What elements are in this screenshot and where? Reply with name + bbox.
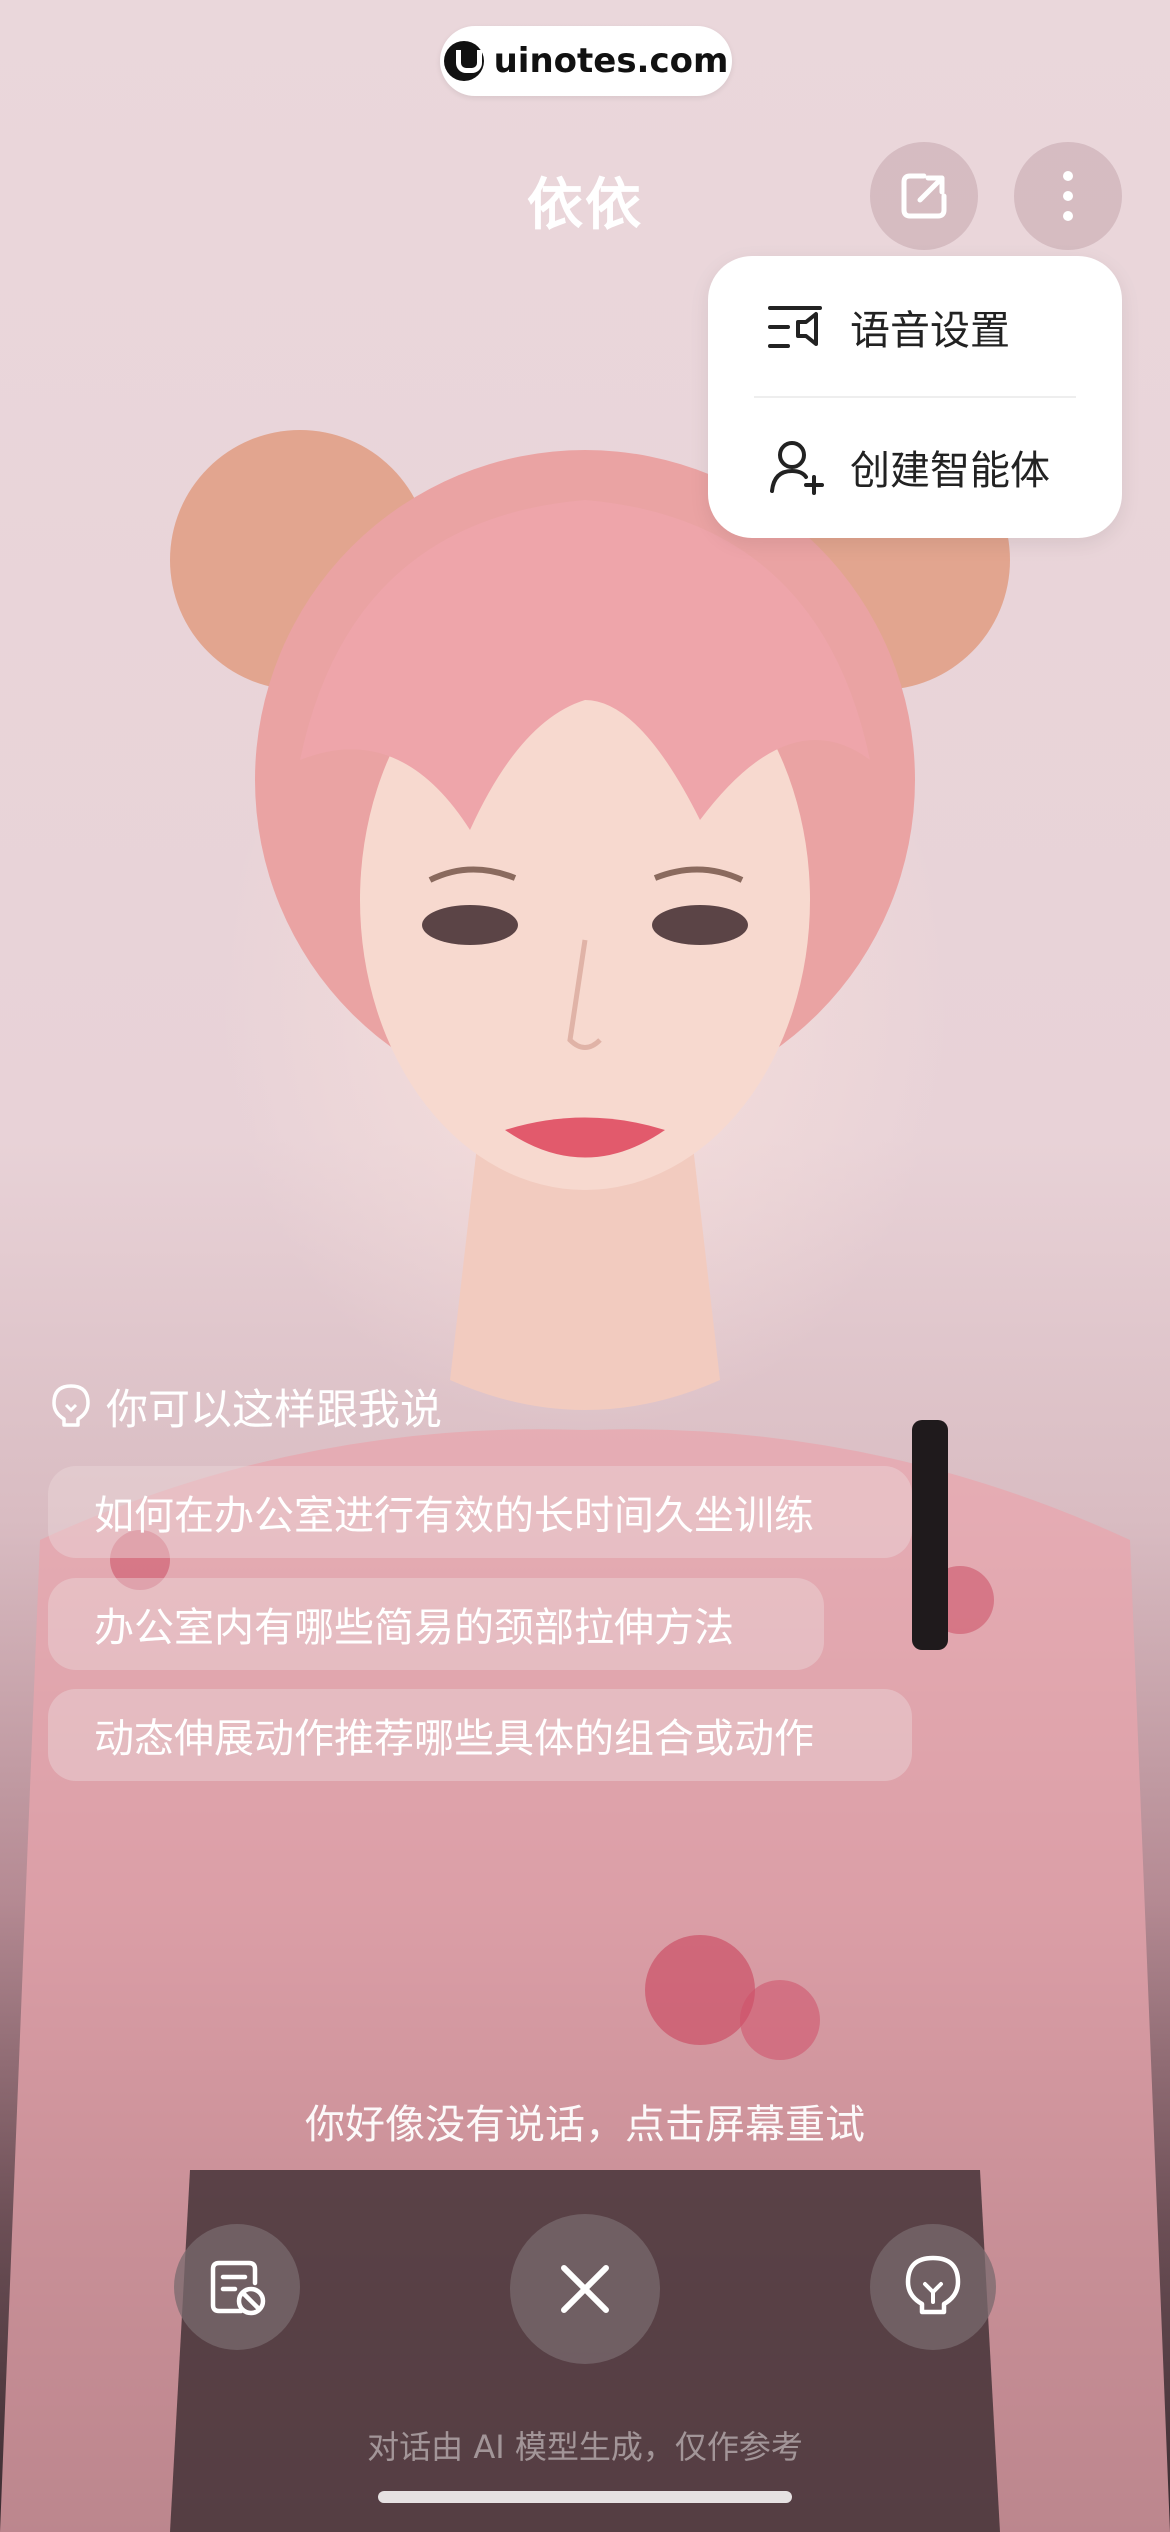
menu-divider	[754, 396, 1076, 398]
subtitle-toggle-button[interactable]	[174, 2224, 300, 2350]
tips-button[interactable]	[870, 2224, 996, 2350]
suggestion-chip[interactable]: 如何在办公室进行有效的长时间久坐训练	[48, 1466, 912, 1558]
suggestions-heading: 你可以这样跟我说	[50, 1376, 442, 1437]
create-agent-icon	[770, 441, 824, 495]
suggestion-text: 如何在办公室进行有效的长时间久坐训练	[94, 1493, 814, 1539]
lightbulb-icon	[905, 2255, 961, 2315]
menu-item-label: 语音设置	[850, 308, 1010, 354]
home-indicator[interactable]	[378, 2491, 792, 2503]
suggestion-chip[interactable]: 办公室内有哪些简易的颈部拉伸方法	[48, 1578, 824, 1670]
retry-message[interactable]: 你好像没有说话，点击屏幕重试	[0, 2092, 1170, 2150]
ai-disclaimer: 对话由 AI 模型生成，仅作参考	[367, 2428, 803, 2466]
page-title: 依依	[527, 173, 643, 238]
suggestions-title: 你可以这样跟我说	[106, 1385, 443, 1434]
subtitle-off-icon	[210, 2260, 266, 2316]
watermark-badge: uinotes.com	[440, 26, 732, 96]
more-vertical-icon	[1063, 171, 1073, 221]
watermark-text: uinotes.com	[493, 41, 729, 81]
menu-item-label: 创建智能体	[850, 448, 1050, 494]
share-icon	[901, 173, 947, 219]
suggestion-chip[interactable]: 动态伸展动作推荐哪些具体的组合或动作	[48, 1689, 912, 1781]
menu-item-voice-settings[interactable]: 语音设置	[768, 292, 1082, 362]
close-icon	[561, 2265, 609, 2313]
more-options-button[interactable]	[1014, 142, 1122, 250]
share-button[interactable]	[870, 142, 978, 250]
options-dropdown-menu: 语音设置 创建智能体	[708, 256, 1122, 538]
uinotes-logo-icon	[443, 41, 484, 81]
suggestion-text: 动态伸展动作推荐哪些具体的组合或动作	[94, 1716, 814, 1762]
suggestion-text: 办公室内有哪些简易的颈部拉伸方法	[94, 1605, 734, 1651]
menu-item-create-agent[interactable]: 创建智能体	[768, 432, 1082, 502]
voice-settings-icon	[768, 306, 822, 348]
end-call-button[interactable]	[510, 2214, 660, 2364]
lightbulb-icon	[52, 1383, 90, 1427]
